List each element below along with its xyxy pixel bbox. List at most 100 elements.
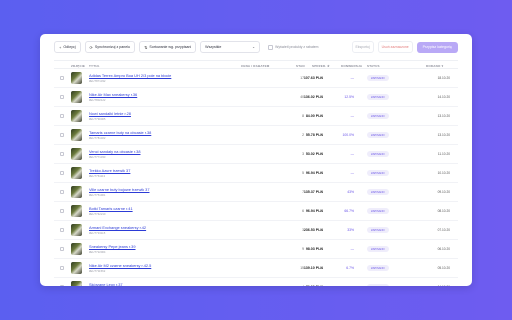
product-code: #EUT871332 [89, 79, 106, 83]
table-row[interactable]: Botki Tamaris czarne r.41 #EUT742210 96.94… [54, 202, 458, 221]
col-status[interactable]: STATUS [367, 64, 380, 68]
col-price[interactable]: CENA / RABATEM [241, 64, 269, 68]
product-sold: 0 [320, 247, 322, 251]
table-row[interactable]: Ville czarne buty bojowe trzewik 37 #EUT7… [54, 183, 458, 202]
product-sold: 5 [320, 95, 322, 99]
row-checkbox[interactable] [60, 95, 64, 99]
delete-selected-button[interactable]: Usuń zaznaczone [377, 41, 413, 53]
product-date: 13.10.20 [437, 114, 450, 118]
product-name-link[interactable]: Ville czarne buty bojowe trzewik 37 [89, 187, 149, 192]
export-button-label: Eksportuj [355, 45, 370, 49]
table-row[interactable]: Skórzane Leox r.37#EUT70021172.00 PLN40—… [54, 278, 458, 286]
product-name-link[interactable]: Tamaris czarne buty na obcasie r.38 [89, 130, 151, 135]
table-row[interactable]: Nowi sandałki letnie r.28 #EUT790005 84.00… [54, 107, 458, 126]
product-name-link[interactable]: Trekko Azure trzewik 37 [89, 168, 130, 173]
row-checkbox[interactable] [60, 190, 64, 194]
product-date: 06.10.20 [437, 247, 450, 251]
row-checkbox[interactable] [60, 285, 64, 286]
row-checkbox[interactable] [60, 76, 64, 80]
product-name-link[interactable]: Armani Exchange sneakersy r.42 [89, 225, 146, 230]
status-badge: ZAPISANO [367, 94, 389, 100]
row-checkbox[interactable] [60, 133, 64, 137]
product-date: 14.10.20 [437, 95, 450, 99]
product-stock: 9 [302, 247, 304, 251]
product-code: #EUT742210 [89, 212, 106, 216]
products-panel: + Odkrycj ⟳ Synchronizuj z panelu ⇅ Sort… [40, 34, 472, 286]
product-code: #EUT722004 [89, 250, 106, 254]
table-row[interactable]: Nike Air Max sneakersy r.36 #EUT802122 136… [54, 88, 458, 107]
product-conversion: 43% [347, 190, 354, 194]
col-title[interactable]: TYTUŁ [89, 64, 100, 68]
product-conversion: — [350, 114, 354, 118]
product-thumbnail [71, 72, 82, 84]
assign-category-label: Przypisz kategorię [422, 45, 452, 49]
product-thumbnail [71, 262, 82, 274]
row-checkbox[interactable] [60, 266, 64, 270]
product-date: 05.10.20 [437, 266, 450, 270]
product-sold: 0 [320, 76, 322, 80]
table-row[interactable]: Sneakersy Pepe jeans r.39 #EUT722004 98.03… [54, 240, 458, 259]
row-checkbox[interactable] [60, 171, 64, 175]
product-code: #EUT761113 [89, 174, 106, 178]
col-sold[interactable]: SPRZED. [312, 64, 326, 68]
table-header: ZDJĘCIE TYTUŁ CENA / RABATEM STAN SPRZED… [54, 60, 458, 69]
product-sold: 2 [320, 133, 322, 137]
col-fav[interactable]: ★ [327, 64, 330, 68]
row-checkbox[interactable] [60, 209, 64, 213]
col-stock[interactable]: STAN [296, 64, 305, 68]
product-stock: 8 [302, 114, 304, 118]
product-date: 08.10.20 [437, 209, 450, 213]
product-conversion: — [350, 76, 354, 80]
product-date: 10.10.20 [437, 171, 450, 175]
filter-select-value: Wszystkie [205, 45, 222, 49]
status-badge: ZAPISANO [367, 284, 389, 286]
product-sold: 0 [320, 152, 322, 156]
product-conversion: 6.7% [346, 266, 354, 270]
product-conversion: — [350, 152, 354, 156]
product-date: 09.10.20 [437, 190, 450, 194]
discount-checkbox[interactable]: Wyświetl produkty z rabatem [268, 44, 318, 50]
product-sold: 0 [320, 171, 322, 175]
product-name-link[interactable]: Venci sandały na obcasie r.38 [89, 149, 140, 154]
col-conv[interactable]: KONWERSJA [341, 64, 362, 68]
table-row[interactable]: Adidas Terrex Ampro Boa UH 2/3 pole na b… [54, 69, 458, 88]
col-date[interactable]: DODANO ▾ [426, 64, 443, 68]
row-checkbox[interactable] [60, 114, 64, 118]
product-name-link[interactable]: Botki Tamaris czarne r.41 [89, 206, 133, 211]
filter-select[interactable]: Wszystkie ⌄ [200, 41, 261, 53]
product-thumbnail [71, 243, 82, 255]
product-conversion: 66.7% [344, 209, 354, 213]
product-stock: 4 [294, 285, 304, 286]
product-code: #EUT802122 [89, 98, 106, 102]
product-conversion: — [350, 247, 354, 251]
export-button[interactable]: Eksportuj [351, 41, 374, 53]
table-row[interactable]: Tamaris czarne buty na obcasie r.38 #EUT7… [54, 126, 458, 145]
checkbox-box[interactable] [268, 44, 274, 50]
orders-button[interactable]: + Odkrycj [54, 41, 81, 53]
product-sold: 0 [312, 285, 322, 286]
product-name-link[interactable]: Nike Air M2 czarne sneakersy r.42.5 [89, 263, 151, 268]
row-checkbox[interactable] [60, 228, 64, 232]
row-checkbox[interactable] [60, 247, 64, 251]
table-row[interactable]: Armani Exchange sneakersy r.42 #EUT733115… [54, 221, 458, 240]
col-photo[interactable]: ZDJĘCIE [71, 64, 85, 68]
product-name-link[interactable]: Skórzane Leox r.37 [89, 282, 123, 286]
product-stock: 17 [300, 76, 304, 80]
sort-button[interactable]: ⇅ Sortowanie wg. przypisani [139, 41, 197, 53]
table-row[interactable]: Trekko Azure trzewik 37 #EUT761113 96.94 P… [54, 164, 458, 183]
product-code: #EUT781322 [89, 136, 106, 140]
product-name-link[interactable]: Sneakersy Pepe jeans r.39 [89, 244, 136, 249]
table-row[interactable]: Nike Air M2 czarne sneakersy r.42.5 #EUT7… [54, 259, 458, 278]
row-checkbox[interactable] [60, 152, 64, 156]
product-sold: 1 [320, 228, 322, 232]
table-row[interactable]: Venci sandały na obcasie r.38 #EUT771333 5… [54, 145, 458, 164]
product-name-link[interactable]: Nowi sandałki letnie r.28 [89, 111, 131, 116]
product-thumbnail [71, 129, 82, 141]
product-stock: 3 [302, 152, 304, 156]
product-stock: 6 [302, 209, 304, 213]
sort-button-label: Sortowanie wg. przypisani [149, 45, 192, 49]
sync-button[interactable]: ⟳ Synchronizuj z panelu [84, 41, 136, 53]
assign-category-button[interactable]: Przypisz kategorię [416, 41, 458, 53]
product-name-link[interactable]: Nike Air Max sneakersy r.36 [89, 92, 137, 97]
product-name-link[interactable]: Adidas Terrex Ampro Boa UH 2/3 pole na b… [89, 73, 171, 78]
